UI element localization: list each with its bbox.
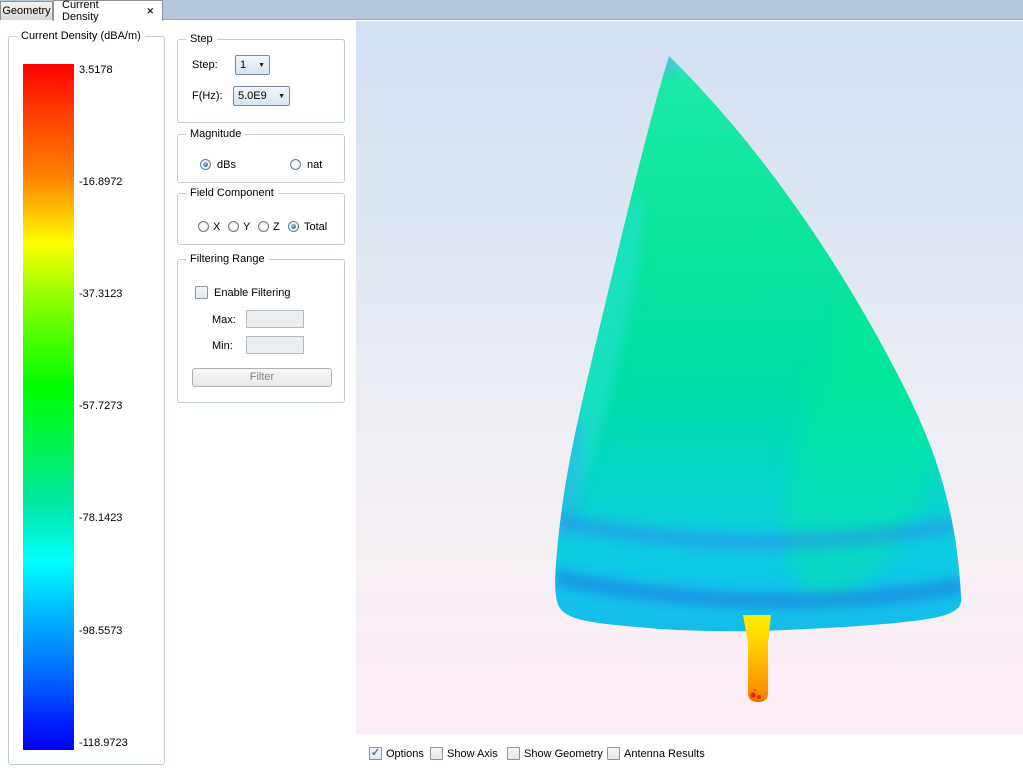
tab-geometry-label: Geometry — [2, 5, 50, 17]
min-label: Min: — [212, 339, 233, 353]
antenna-3d-render — [356, 21, 1023, 734]
tab-bar: Geometry Current Density ✕ — [0, 0, 1023, 20]
step-group: Step Step: 1 ▼ F(Hz): 5.0E9 ▼ — [177, 39, 345, 123]
colorbar-tick-label: -118.9723 — [79, 736, 163, 750]
colorbar-tick-label: -78.1423 — [79, 511, 163, 525]
tab-current-density[interactable]: Current Density ✕ — [53, 0, 163, 21]
antenna-results-checkbox[interactable] — [607, 747, 620, 760]
tab-current-density-label: Current Density — [62, 0, 132, 23]
radio-y-label: Y — [243, 220, 250, 234]
chevron-down-icon: ▼ — [278, 93, 285, 100]
step-label: Step: — [192, 58, 218, 72]
colorbar-tick-label: -16.8972 — [79, 175, 163, 189]
radio-total[interactable] — [288, 221, 299, 232]
radio-total-label: Total — [304, 220, 327, 234]
stem-hotspot — [757, 695, 761, 699]
colorbar-group-title: Current Density (dBA/m) — [17, 30, 145, 42]
frequency-select-value: 5.0E9 — [238, 90, 274, 102]
frequency-label: F(Hz): — [192, 89, 223, 103]
enable-filtering-checkbox[interactable] — [195, 286, 208, 299]
radio-dbs[interactable] — [200, 159, 211, 170]
application-window: Geometry Current Density ✕ Current Densi… — [0, 0, 1023, 770]
colorbar-group: Current Density (dBA/m) 3.5178 -16.8972 … — [8, 36, 165, 765]
show-axis-checkbox-label: Show Axis — [447, 747, 498, 761]
colorbar-tick-label: -98.5573 — [79, 624, 163, 638]
magnitude-group-title: Magnitude — [186, 128, 245, 140]
3d-viewport[interactable] — [356, 21, 1023, 734]
colorbar-tick-label: -57.7273 — [79, 399, 163, 413]
radio-dbs-label: dBs — [217, 158, 236, 172]
options-checkbox[interactable]: ✓ — [369, 747, 382, 760]
filtering-range-group-title: Filtering Range — [186, 253, 269, 265]
antenna-results-checkbox-label: Antenna Results — [624, 747, 705, 761]
close-icon[interactable]: ✕ — [146, 7, 154, 16]
radio-nat-label: nat — [307, 158, 322, 172]
options-checkbox-label: Options — [386, 747, 424, 761]
min-input[interactable] — [246, 336, 304, 354]
chevron-down-icon: ▼ — [258, 62, 265, 69]
show-geometry-checkbox[interactable] — [507, 747, 520, 760]
radio-x[interactable] — [198, 221, 209, 232]
frequency-select[interactable]: 5.0E9 ▼ — [233, 86, 290, 106]
antenna-feed-stem — [743, 615, 771, 702]
radio-x-label: X — [213, 220, 220, 234]
step-select-value: 1 — [240, 59, 254, 71]
show-geometry-checkbox-label: Show Geometry — [524, 747, 603, 761]
max-input[interactable] — [246, 310, 304, 328]
radio-y[interactable] — [228, 221, 239, 232]
radio-z-label: Z — [273, 220, 280, 234]
step-select[interactable]: 1 ▼ — [235, 55, 270, 75]
radio-nat[interactable] — [290, 159, 301, 170]
colorbar-tick-label: 3.5178 — [79, 63, 163, 77]
field-component-group-title: Field Component — [186, 187, 278, 199]
stem-hotspot — [754, 689, 757, 692]
max-label: Max: — [212, 313, 236, 327]
colorbar-tick-label: -37.3123 — [79, 287, 163, 301]
tab-geometry[interactable]: Geometry — [0, 1, 53, 20]
enable-filtering-label: Enable Filtering — [214, 286, 290, 300]
colorbar-gradient — [23, 64, 74, 750]
magnitude-group: Magnitude dBs nat — [177, 134, 345, 183]
field-component-group: Field Component X Y Z Total — [177, 193, 345, 245]
show-axis-checkbox[interactable] — [430, 747, 443, 760]
step-group-title: Step — [186, 33, 217, 45]
filtering-range-group: Filtering Range Enable Filtering Max: Mi… — [177, 259, 345, 403]
stem-hotspot — [750, 692, 755, 697]
radio-z[interactable] — [258, 221, 269, 232]
filter-button[interactable]: Filter — [192, 368, 332, 387]
